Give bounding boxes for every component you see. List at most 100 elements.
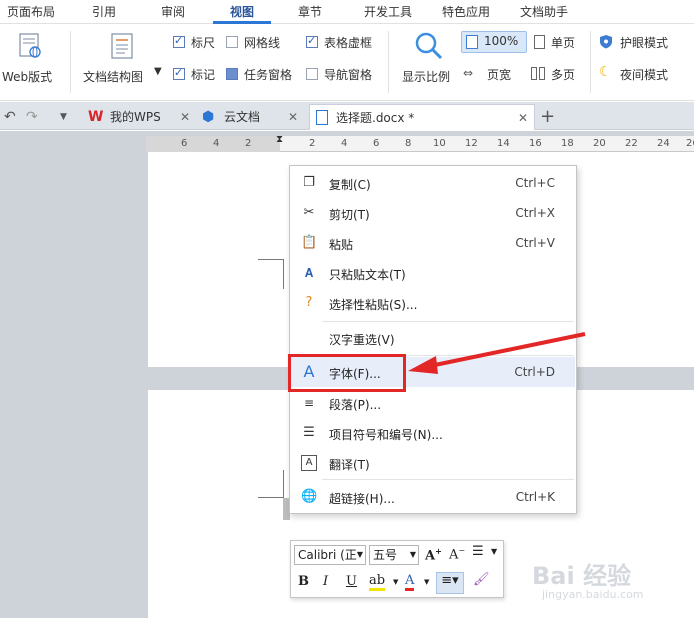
ruler-number: 2 (309, 138, 316, 149)
menu-item-label: 翻译(T) (329, 458, 370, 472)
font-size-value: 五号 (373, 548, 398, 562)
close-icon[interactable]: ✕ (288, 104, 298, 130)
menu-item-shortcut: Ctrl+V (515, 236, 555, 250)
tab-references[interactable]: 引用 (84, 0, 124, 24)
tab-current-document[interactable]: 选择题.docx * ✕ (309, 104, 535, 130)
menu-item-paste-text-only[interactable]: 𝐀 只粘贴文本(T) (291, 258, 575, 288)
ruler-number: 22 (625, 138, 638, 149)
multi-page-button[interactable]: 多页 (529, 63, 585, 85)
document-tab-bar: ↶ ↷ ▼ W 我的WPS ✕ ⬢ 云文档 ✕ 选择题.docx * ✕ + (0, 102, 694, 130)
watermark-brand: Bai 经验 (532, 562, 632, 590)
tab-my-wps[interactable]: W 我的WPS ✕ (82, 104, 194, 130)
quick-access-dropdown-icon[interactable]: ▼ (60, 104, 67, 130)
highlighter-icon[interactable]: ab (369, 573, 386, 591)
close-icon[interactable]: ✕ (518, 105, 528, 131)
menu-item-cut[interactable]: ✂ 剪切(T) Ctrl+X (291, 198, 575, 228)
moon-icon: ☾ (599, 64, 612, 80)
chevron-down-icon[interactable]: ▼ (491, 547, 497, 556)
hyperlink-icon: 🌐 (301, 489, 318, 504)
floating-format-toolbar: Calibri (正 ▼ 五号 ▼ A+ A− ☰ ▼ B I U ab ▼ A… (290, 540, 504, 598)
gridlines-checkbox[interactable] (226, 36, 238, 48)
eye-mode-button[interactable]: 护眼模式 (596, 31, 692, 53)
ruler-number: 6 (181, 138, 188, 149)
ruler-number: 16 (529, 138, 542, 149)
marks-checkbox[interactable] (173, 66, 185, 80)
menu-item-label: 剪切(T) (329, 208, 370, 222)
paragraph-icon: ≡ (303, 396, 315, 410)
margin-corner-mark (258, 259, 284, 289)
menu-item-paste-special[interactable]: ? 选择性粘贴(S)... (291, 288, 575, 318)
doc-structure-button[interactable]: 文档结构图 ▼ (80, 25, 162, 95)
tab-view[interactable]: 视图 (213, 0, 271, 24)
tab-current-document-label: 选择题.docx * (336, 111, 415, 125)
menu-item-label: 项目符号和编号(N)... (329, 428, 443, 442)
ruler-number: 12 (465, 138, 478, 149)
bold-button[interactable]: B (298, 574, 309, 589)
chevron-down-icon[interactable]: ▼ (424, 578, 429, 586)
horizontal-ruler[interactable]: 6 4 2 ⧗ 2 4 6 8 10 12 14 16 18 20 22 24 … (146, 134, 694, 152)
ruler-label: 标尺 (191, 36, 216, 50)
bullet-list-icon: ☰ (303, 425, 315, 440)
paste-text-icon: 𝐀 (304, 266, 314, 280)
tab-review[interactable]: 审阅 (153, 0, 193, 24)
tab-features[interactable]: 特色应用 (434, 0, 498, 24)
menu-item-paste[interactable]: 📋 粘贴 Ctrl+V (291, 228, 575, 258)
zoom-100-label: 100% (484, 34, 519, 48)
nav-pane-label: 导航窗格 (324, 68, 373, 82)
tab-cloud-docs[interactable]: ⬢ 云文档 ✕ (198, 104, 306, 130)
web-layout-button[interactable]: Web版式 (0, 25, 64, 95)
tab-developer[interactable]: 开发工具 (356, 0, 420, 24)
page-width-label: 页宽 (487, 68, 512, 82)
italic-button[interactable]: I (323, 574, 328, 589)
cloud-box-icon: ⬢ (202, 109, 215, 125)
line-spacing-icon[interactable]: ☰ (472, 544, 484, 559)
align-icon[interactable]: ≡▾ (436, 572, 464, 594)
magnifier-icon (415, 32, 443, 60)
chevron-down-icon[interactable]: ▼ (393, 578, 398, 586)
ruler-number: 20 (593, 138, 606, 149)
ruler-number: 4 (341, 138, 348, 149)
font-color-icon[interactable]: A (405, 573, 415, 591)
page-width-icon: ⇔ (463, 66, 474, 80)
wps-logo-icon: W (88, 109, 104, 125)
zoom-100-button[interactable]: 100% (461, 31, 527, 53)
font-name-value: Calibri (正 (298, 548, 357, 562)
new-tab-button[interactable]: + (540, 104, 555, 130)
menu-item-shortcut: Ctrl+X (515, 206, 555, 220)
indent-marker-icon[interactable]: ⧗ (276, 134, 283, 145)
close-icon[interactable]: ✕ (180, 104, 190, 130)
menu-item-paragraph[interactable]: ≡ 段落(P)... (291, 388, 575, 418)
undo-icon[interactable]: ↶ (4, 104, 16, 130)
table-gridlines-checkbox[interactable] (306, 34, 318, 48)
menu-item-copy[interactable]: ❐ 复制(C) Ctrl+C (291, 168, 575, 198)
tab-doc-assistant[interactable]: 文档助手 (512, 0, 576, 24)
zoom-button[interactable]: 显示比例 (396, 25, 460, 95)
marks-label: 标记 (191, 68, 216, 82)
underline-button[interactable]: U (346, 574, 357, 589)
translate-icon: A (301, 455, 317, 471)
menu-item-label: 超链接(H)... (329, 492, 395, 506)
font-size-select[interactable]: 五号 ▼ (369, 545, 419, 565)
grow-font-icon[interactable]: A+ (425, 546, 442, 563)
menu-item-translate[interactable]: A 翻译(T) (291, 448, 575, 478)
menu-item-hyperlink[interactable]: 🌐 超链接(H)... Ctrl+K (291, 482, 575, 512)
format-painter-icon[interactable]: 🖌 (473, 572, 490, 587)
chevron-down-icon: ▼ (154, 66, 162, 77)
font-name-select[interactable]: Calibri (正 ▼ (294, 545, 366, 565)
ruler-checkbox[interactable] (173, 34, 185, 48)
shrink-font-icon[interactable]: A− (449, 546, 465, 562)
web-layout-label: Web版式 (2, 70, 53, 84)
one-page-button[interactable]: 单页 (531, 31, 585, 53)
chevron-down-icon: ▼ (409, 550, 416, 559)
night-mode-button[interactable]: ☾ 夜间模式 (596, 63, 692, 85)
nav-pane-checkbox[interactable] (306, 68, 318, 80)
redo-icon[interactable]: ↷ (26, 104, 38, 130)
page-width-button[interactable]: ⇔ 页宽 (461, 63, 523, 85)
tab-section[interactable]: 章节 (290, 0, 330, 24)
menu-separator (322, 321, 574, 322)
shield-icon (600, 35, 612, 49)
ruler-number: 24 (657, 138, 670, 149)
tab-page-layout[interactable]: 页面布局 (0, 0, 62, 24)
menu-item-bullets-numbering[interactable]: ☰ 项目符号和编号(N)... (291, 418, 575, 448)
task-pane-checkbox[interactable] (226, 68, 238, 80)
